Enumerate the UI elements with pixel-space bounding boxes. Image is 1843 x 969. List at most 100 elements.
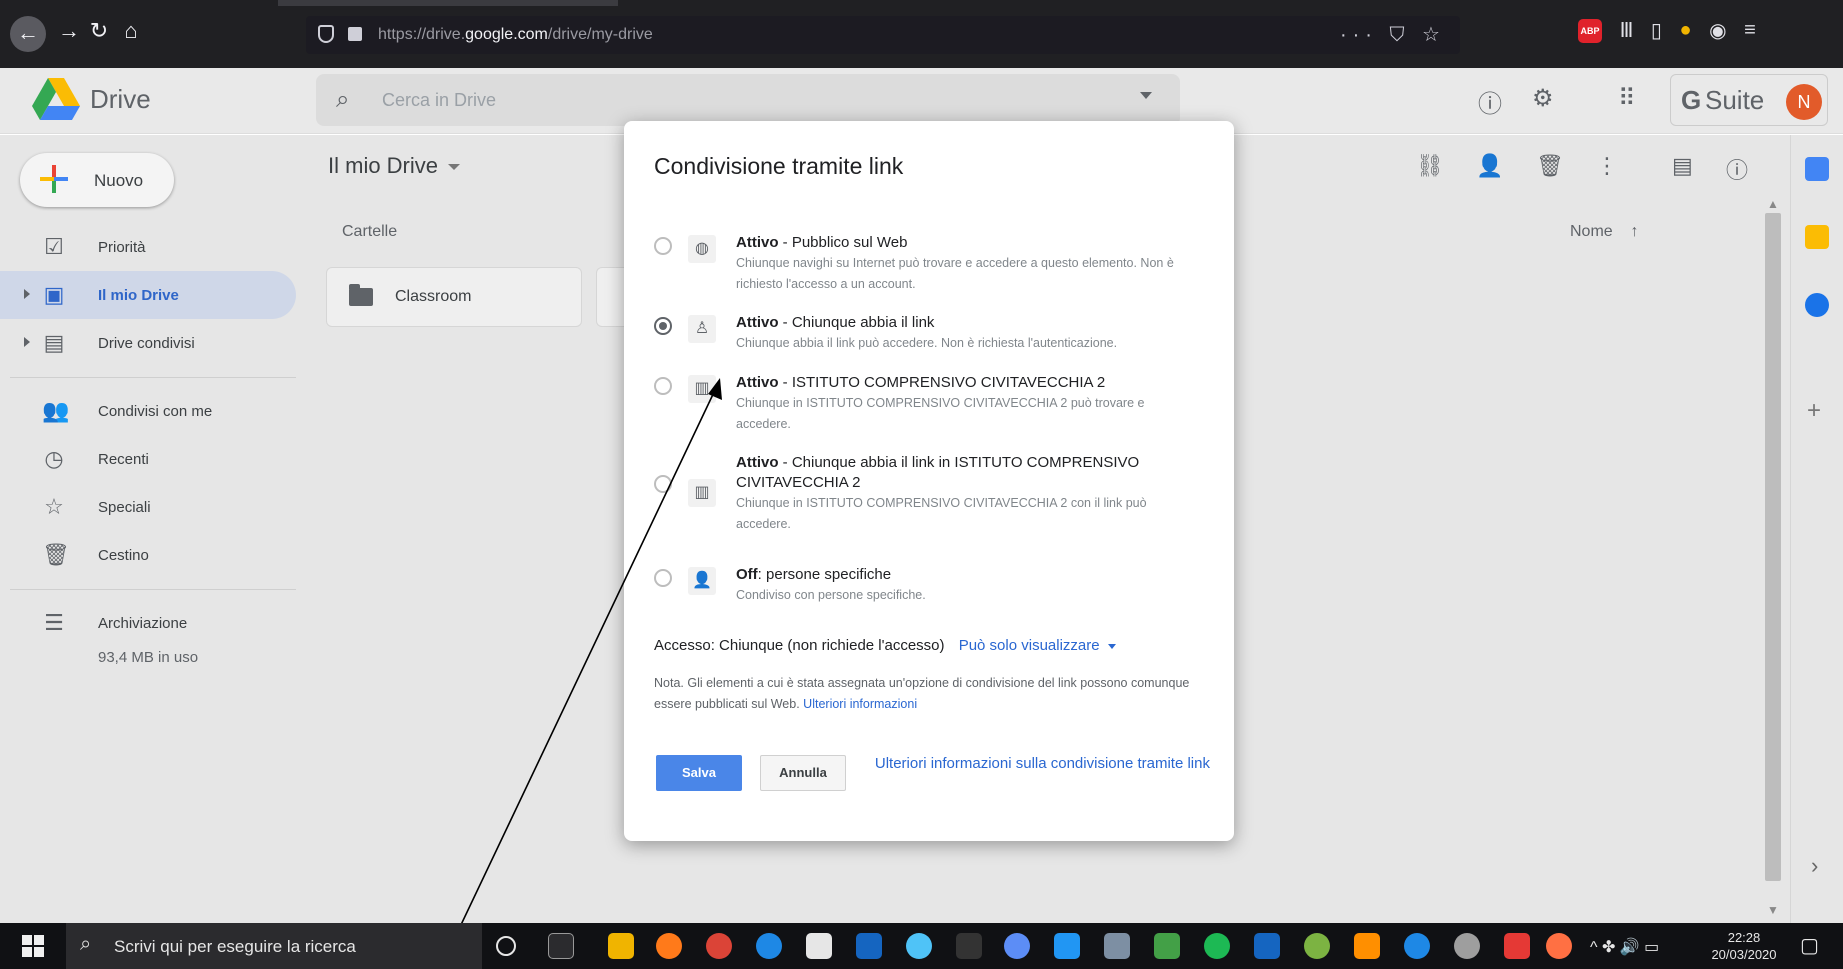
app-icon[interactable] xyxy=(956,933,982,959)
sidebar-icon[interactable]: ▯ xyxy=(1651,18,1662,43)
option-public-web[interactable]: ◍ Attivo - Pubblico sul Web Chiunque nav… xyxy=(654,234,1214,295)
cortana-icon[interactable] xyxy=(496,936,516,956)
scrollbar-thumb[interactable] xyxy=(1765,213,1781,881)
save-button[interactable]: Salva xyxy=(656,755,742,791)
search-icon[interactable]: ⌕ xyxy=(336,86,349,114)
taskbar-search-input[interactable]: Scrivi qui per eseguire la ricerca xyxy=(114,937,356,957)
windows-start-icon[interactable] xyxy=(22,935,44,957)
app-icon[interactable] xyxy=(1054,933,1080,959)
link-icon[interactable]: ⛓ xyxy=(1416,153,1444,179)
calendar-icon[interactable] xyxy=(1805,157,1829,181)
app-icon[interactable] xyxy=(1404,933,1430,959)
page-actions-icons[interactable]: ··· ⛉ ☆ xyxy=(1340,22,1446,47)
expand-arrow-icon[interactable] xyxy=(24,289,30,299)
lock-icon[interactable] xyxy=(348,27,362,41)
app-icon[interactable] xyxy=(906,933,932,959)
sidebar-item-my-drive[interactable]: ▣ Il mio Drive xyxy=(0,271,296,319)
radio-organization[interactable] xyxy=(654,377,672,395)
scroll-down-icon[interactable]: ▼ xyxy=(1767,903,1779,917)
photoshop-icon[interactable] xyxy=(1254,933,1280,959)
search-input[interactable]: Cerca in Drive xyxy=(382,90,496,111)
url-text[interactable]: https://drive.google.com/drive/my-drive xyxy=(378,26,653,44)
apps-grid-icon[interactable]: ⠿ xyxy=(1618,84,1636,113)
library-icon[interactable]: Ⅲ xyxy=(1620,18,1634,43)
more-vert-icon[interactable]: ⋮ xyxy=(1596,153,1618,179)
home-icon[interactable]: ⌂ xyxy=(116,18,146,48)
sidebar-item-shared-drives[interactable]: ▤ Drive condivisi xyxy=(0,319,296,367)
keep-icon[interactable] xyxy=(1805,225,1829,249)
page-title[interactable]: Il mio Drive xyxy=(328,153,461,179)
trash-icon[interactable]: 🗑 xyxy=(1536,153,1564,179)
cancel-button[interactable]: Annulla xyxy=(760,755,846,791)
sidebar-item-shared-with-me[interactable]: 👥 Condivisi con me xyxy=(0,387,296,435)
address-bar[interactable]: https://drive.google.com/drive/my-drive … xyxy=(306,16,1460,54)
qbittorrent-icon[interactable] xyxy=(1004,933,1030,959)
extension-cat-icon[interactable]: ● xyxy=(1680,19,1692,42)
excel-icon[interactable] xyxy=(1154,933,1180,959)
app-icon[interactable] xyxy=(1546,933,1572,959)
firefox-icon[interactable] xyxy=(656,933,682,959)
scrollbar[interactable]: ▲ ▼ xyxy=(1762,195,1784,917)
notifications-icon[interactable]: ▢ xyxy=(1800,933,1819,958)
file-explorer-icon[interactable] xyxy=(608,933,634,959)
add-addon-icon[interactable]: + xyxy=(1807,397,1821,425)
list-view-icon[interactable]: ▤ xyxy=(1672,153,1693,179)
option-anyone-with-link[interactable]: ♙ Attivo - Chiunque abbia il link Chiunq… xyxy=(654,314,1214,355)
new-button[interactable]: Nuovo xyxy=(20,153,174,207)
adblock-icon[interactable]: ABP xyxy=(1578,18,1602,43)
clock[interactable]: 22:28 20/03/2020 xyxy=(1704,929,1784,963)
radio-anyone-with-link[interactable] xyxy=(654,317,672,335)
search-box[interactable]: ⌕ Cerca in Drive xyxy=(316,74,1180,126)
spotify-icon[interactable] xyxy=(1204,933,1230,959)
sort-header[interactable]: Nome ↑ xyxy=(1570,223,1638,241)
app-icon[interactable] xyxy=(1454,933,1480,959)
radio-organization-link[interactable] xyxy=(654,475,672,493)
option-organization-link[interactable]: ▥ Attivo - Chiunque abbia il link in IST… xyxy=(654,454,1214,543)
scroll-up-icon[interactable]: ▲ xyxy=(1767,197,1779,211)
edge-icon[interactable] xyxy=(756,933,782,959)
account-icon[interactable]: ◉ xyxy=(1709,18,1726,43)
dropdown-arrow-icon[interactable] xyxy=(1107,643,1116,649)
sharing-info-link[interactable]: Ulteriori informazioni sulla condivision… xyxy=(864,753,1210,774)
drive-logo-icon[interactable] xyxy=(32,78,80,120)
tracking-shield-icon[interactable] xyxy=(318,25,334,43)
search-options-icon[interactable] xyxy=(1140,92,1152,99)
radio-specific-people[interactable] xyxy=(654,569,672,587)
vlc-icon[interactable] xyxy=(1354,933,1380,959)
mail-icon[interactable] xyxy=(856,933,882,959)
add-person-icon[interactable]: 👤 xyxy=(1476,153,1503,179)
back-arrow-icon[interactable]: ← xyxy=(10,16,46,52)
info-icon[interactable]: ⓘ xyxy=(1726,153,1748,185)
radio-public-web[interactable] xyxy=(654,237,672,255)
chevron-down-icon[interactable] xyxy=(448,164,461,171)
taskbar-search[interactable]: ⌕ Scrivi qui per eseguire la ricerca xyxy=(66,923,482,969)
sidebar-item-trash[interactable]: 🗑 Cestino xyxy=(0,531,296,579)
chevron-right-icon[interactable]: › xyxy=(1811,853,1818,879)
option-specific-people[interactable]: 👤 Off: persone specifiche Condiviso con … xyxy=(654,566,1214,607)
sidebar-item-storage[interactable]: ☰ Archiviazione xyxy=(0,599,296,647)
app-icon[interactable] xyxy=(1104,933,1130,959)
folder-item[interactable]: Classroom xyxy=(326,267,582,327)
sort-arrow-icon[interactable]: ↑ xyxy=(1630,223,1638,240)
chrome-icon[interactable] xyxy=(706,933,732,959)
task-view-icon[interactable] xyxy=(548,933,574,959)
app-icon[interactable] xyxy=(1304,933,1330,959)
expand-arrow-icon[interactable] xyxy=(24,337,30,347)
access-mode-dropdown[interactable]: Può solo visualizzare xyxy=(959,637,1116,654)
sidebar-item-starred[interactable]: ☆ Speciali xyxy=(0,483,296,531)
learn-more-link[interactable]: Ulteriori informazioni xyxy=(803,697,917,711)
reload-icon[interactable]: ↻ xyxy=(84,18,114,48)
tasks-icon[interactable] xyxy=(1805,293,1829,317)
settings-gear-icon[interactable]: ⚙ xyxy=(1532,84,1554,113)
sidebar-item-recent[interactable]: ◷ Recenti xyxy=(0,435,296,483)
acrobat-icon[interactable] xyxy=(1504,933,1530,959)
avatar[interactable]: N xyxy=(1786,84,1822,120)
option-organization[interactable]: ▥ Attivo - ISTITUTO COMPRENSIVO CIVITAVE… xyxy=(654,374,1214,435)
system-tray[interactable]: ^ ✤ 🔊 ▭ xyxy=(1590,937,1659,957)
store-icon[interactable] xyxy=(806,933,832,959)
menu-icon[interactable]: ≡ xyxy=(1744,19,1756,42)
forward-arrow-icon[interactable]: → xyxy=(54,18,84,48)
active-tab-indicator[interactable] xyxy=(278,0,618,6)
help-icon[interactable]: ⓘ xyxy=(1478,84,1502,119)
sidebar-item-priority[interactable]: ☑ Priorità xyxy=(0,223,296,271)
